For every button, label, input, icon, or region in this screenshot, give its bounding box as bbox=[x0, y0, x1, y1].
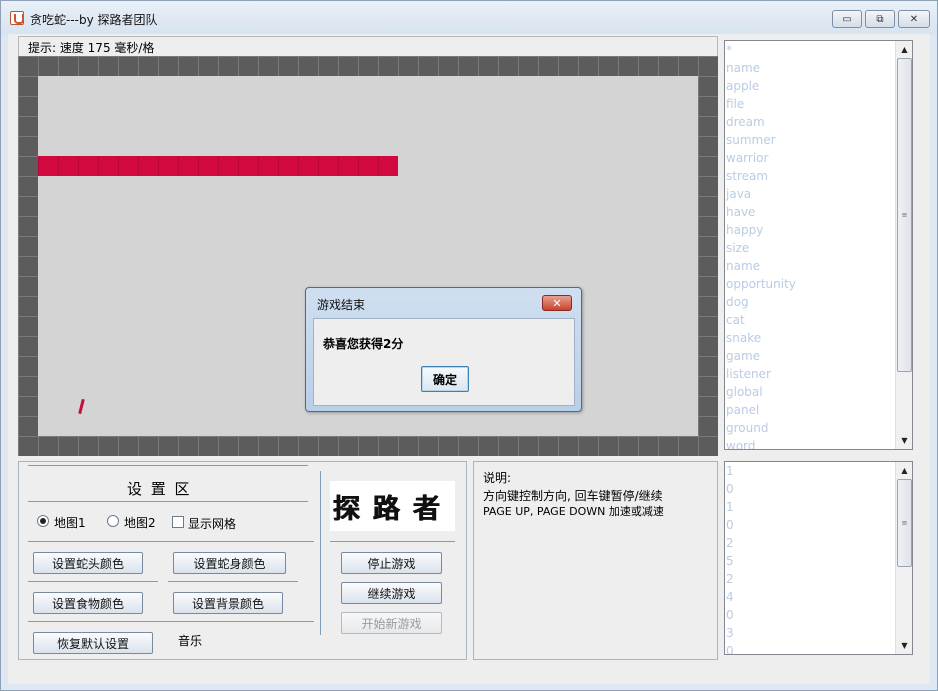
divider bbox=[330, 541, 455, 542]
list-item[interactable]: global bbox=[725, 383, 912, 401]
instructions-heading: 说明: bbox=[483, 471, 512, 485]
list-item[interactable]: 2 bbox=[725, 570, 912, 588]
title-bar[interactable]: 贪吃蛇---by 探路者团队 ▭ ⧉ ✕ bbox=[1, 1, 937, 35]
list-item[interactable]: opportunity bbox=[725, 275, 912, 293]
list-item[interactable]: panel bbox=[725, 401, 912, 419]
team-logo-text: 探路者 bbox=[332, 493, 453, 525]
settings-title: 设 置 区 bbox=[127, 480, 192, 498]
show-grid-checkbox[interactable] bbox=[172, 516, 184, 528]
list-item[interactable]: 5 bbox=[725, 552, 912, 570]
dialog-body: 恭喜您获得2分 确定 bbox=[313, 318, 575, 406]
list-item[interactable]: 1 bbox=[725, 498, 912, 516]
restore-defaults-button[interactable]: 恢复默认设置 bbox=[33, 632, 153, 654]
list-item[interactable]: 0 bbox=[725, 480, 912, 498]
dialog-close-button[interactable]: ✕ bbox=[542, 295, 572, 311]
list-item[interactable]: 1 bbox=[725, 462, 912, 480]
vertical-divider bbox=[320, 471, 321, 635]
minimize-button[interactable]: ▭ bbox=[832, 10, 862, 28]
list-item[interactable]: stream bbox=[725, 167, 912, 185]
list-item[interactable]: * bbox=[725, 41, 912, 59]
maximize-button[interactable]: ⧉ bbox=[865, 10, 895, 28]
scroll-up-arrow-icon[interactable]: ▲ bbox=[897, 463, 912, 478]
scroll-down-arrow-icon[interactable]: ▼ bbox=[897, 433, 912, 448]
list-item[interactable]: size bbox=[725, 239, 912, 257]
scroll-thumb[interactable]: ≡ bbox=[897, 58, 912, 372]
divider bbox=[28, 541, 314, 542]
dialog-title: 游戏结束 bbox=[317, 298, 366, 312]
map2-label[interactable]: 地图2 bbox=[124, 514, 156, 531]
divider bbox=[28, 501, 308, 502]
background-color-button[interactable]: 设置背景颜色 bbox=[173, 592, 283, 614]
list-item[interactable]: 0 bbox=[725, 516, 912, 534]
minimize-icon: ▭ bbox=[842, 13, 852, 25]
java-icon bbox=[10, 11, 24, 25]
word-list-scrollbar[interactable]: ▲ ≡ ▼ bbox=[895, 41, 912, 449]
list-item[interactable]: name bbox=[725, 59, 912, 77]
divider bbox=[28, 465, 308, 466]
divider bbox=[28, 581, 158, 582]
list-item[interactable]: 2 bbox=[725, 534, 912, 552]
team-logo: 探路者 bbox=[330, 481, 455, 531]
map1-label[interactable]: 地图1 bbox=[54, 514, 86, 531]
list-item[interactable]: name bbox=[725, 257, 912, 275]
instructions-line-2: PAGE UP, PAGE DOWN 加速或减速 bbox=[483, 505, 664, 518]
list-item[interactable]: snake bbox=[725, 329, 912, 347]
snake-head-color-button[interactable]: 设置蛇头颜色 bbox=[33, 552, 143, 574]
list-item[interactable]: happy bbox=[725, 221, 912, 239]
new-game-button[interactable]: 开始新游戏 bbox=[341, 612, 442, 634]
scroll-thumb[interactable]: ≡ bbox=[897, 479, 912, 567]
speed-hint: 提示: 速度 175 毫秒/格 bbox=[18, 36, 718, 56]
show-grid-label[interactable]: 显示网格 bbox=[188, 515, 236, 532]
list-item[interactable]: listener bbox=[725, 365, 912, 383]
list-item[interactable]: 0 bbox=[725, 606, 912, 624]
list-item[interactable]: warrior bbox=[725, 149, 912, 167]
list-item[interactable]: apple bbox=[725, 77, 912, 95]
map2-radio[interactable] bbox=[107, 515, 119, 527]
snake-body-color-button[interactable]: 设置蛇身颜色 bbox=[173, 552, 286, 574]
close-icon: ✕ bbox=[909, 13, 919, 25]
word-list[interactable]: * name apple file dream summer warrior stream ja… bbox=[724, 40, 913, 450]
map1-radio[interactable] bbox=[37, 515, 49, 527]
resume-game-button[interactable]: 继续游戏 bbox=[341, 582, 442, 604]
close-button[interactable]: ✕ bbox=[898, 10, 930, 28]
list-item[interactable]: 0 bbox=[725, 642, 912, 654]
dialog-ok-button[interactable]: 确定 bbox=[421, 366, 469, 392]
maximize-icon: ⧉ bbox=[876, 13, 884, 25]
dialog-message: 恭喜您获得2分 bbox=[323, 337, 404, 351]
list-item[interactable]: word bbox=[725, 437, 912, 449]
list-item[interactable]: 3 bbox=[725, 624, 912, 642]
divider bbox=[28, 621, 314, 622]
close-icon: ✕ bbox=[552, 296, 562, 310]
food-color-button[interactable]: 设置食物颜色 bbox=[33, 592, 143, 614]
scroll-up-arrow-icon[interactable]: ▲ bbox=[897, 42, 912, 57]
list-item[interactable]: game bbox=[725, 347, 912, 365]
list-item[interactable]: java bbox=[725, 185, 912, 203]
list-item[interactable]: dream bbox=[725, 113, 912, 131]
music-label: 音乐 bbox=[178, 634, 203, 648]
divider bbox=[168, 581, 298, 582]
word-list-items: * name apple file dream summer warrior stream ja… bbox=[725, 41, 912, 449]
number-list-scrollbar[interactable]: ▲ ≡ ▼ bbox=[895, 462, 912, 654]
list-item[interactable]: dog bbox=[725, 293, 912, 311]
game-over-dialog: 游戏结束 ✕ 恭喜您获得2分 确定 bbox=[305, 287, 582, 412]
window-title: 贪吃蛇---by 探路者团队 bbox=[30, 13, 158, 27]
list-item[interactable]: summer bbox=[725, 131, 912, 149]
scroll-down-arrow-icon[interactable]: ▼ bbox=[897, 638, 912, 653]
number-list-items: 10102524030 bbox=[725, 462, 912, 654]
list-item[interactable]: ground bbox=[725, 419, 912, 437]
stop-game-button[interactable]: 停止游戏 bbox=[341, 552, 442, 574]
list-item[interactable]: cat bbox=[725, 311, 912, 329]
snake bbox=[38, 156, 398, 176]
list-item[interactable]: file bbox=[725, 95, 912, 113]
number-list[interactable]: 10102524030 ▲ ≡ ▼ bbox=[724, 461, 913, 655]
list-item[interactable]: have bbox=[725, 203, 912, 221]
list-item[interactable]: 4 bbox=[725, 588, 912, 606]
instructions-line-1: 方向键控制方向, 回车键暂停/继续 bbox=[483, 489, 663, 503]
